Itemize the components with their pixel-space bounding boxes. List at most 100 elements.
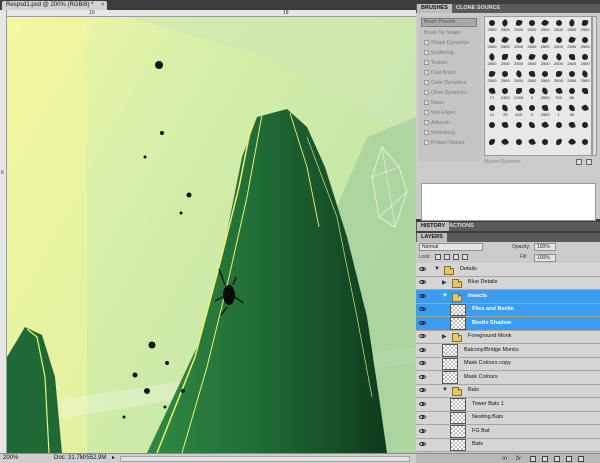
brush-preset[interactable]	[486, 138, 498, 152]
layer-group-row[interactable]: ▼ Details	[416, 263, 600, 277]
eye-icon[interactable]	[419, 334, 426, 339]
layers-list[interactable]: ▼ Details ▶ Blue Details ▼ Insects Flies and B…	[416, 263, 600, 453]
brush-preset[interactable]: 3	[526, 103, 538, 118]
adjustment-layer-icon[interactable]	[542, 456, 548, 462]
brush-preset[interactable]: 2500	[499, 35, 511, 50]
brush-preset[interactable]: 2500	[553, 70, 565, 84]
brush-option[interactable]: Noise	[424, 98, 480, 108]
brush-preset[interactable]	[486, 121, 498, 135]
brush-preset[interactable]: 2500	[486, 70, 498, 84]
expand-right-icon[interactable]: ▶	[442, 333, 447, 340]
checkbox[interactable]	[424, 80, 429, 86]
brush-preset[interactable]	[499, 137, 511, 152]
opacity-input[interactable]: 100%	[534, 243, 556, 251]
brush-option[interactable]: Other Dynamics	[424, 88, 480, 98]
brush-preset[interactable]: 700	[553, 87, 565, 101]
brush-presets-button[interactable]: Brush Presets	[421, 18, 477, 27]
layer-row[interactable]: Nesting Bats	[416, 411, 600, 425]
trash-icon[interactable]	[586, 159, 592, 165]
brush-preset[interactable]: 2500	[553, 19, 565, 33]
eye-icon[interactable]	[419, 280, 426, 285]
brush-preset[interactable]: 2500	[566, 18, 578, 33]
checkbox[interactable]	[424, 120, 429, 126]
checkbox[interactable]	[424, 70, 429, 76]
checkbox[interactable]	[424, 50, 429, 56]
brush-option[interactable]: Brush Tip Shape	[424, 28, 480, 38]
eye-icon[interactable]	[419, 266, 426, 271]
brush-preset[interactable]: 1	[553, 103, 565, 118]
brush-preset[interactable]	[526, 138, 538, 152]
brush-preset[interactable]	[579, 103, 591, 118]
brush-preset[interactable]: 25	[499, 104, 511, 118]
brush-preset[interactable]: 2500	[513, 52, 525, 67]
eye-icon[interactable]	[419, 320, 426, 325]
brush-preset[interactable]	[513, 120, 525, 135]
checkbox[interactable]	[424, 110, 429, 116]
brush-preset[interactable]: 2500	[539, 69, 551, 84]
layer-group-row[interactable]: ▼ Bats	[416, 384, 600, 398]
brush-preset[interactable]: 2500	[526, 70, 538, 84]
layer-row[interactable]: FG Bat	[416, 425, 600, 439]
brush-option[interactable]: Texture	[424, 58, 480, 68]
document-canvas[interactable]	[7, 17, 416, 453]
brush-option[interactable]: Dual Brush	[424, 68, 480, 78]
brush-preset[interactable]: 2500	[513, 36, 525, 50]
brush-preset[interactable]: 2500	[486, 19, 498, 33]
checkbox[interactable]	[424, 100, 429, 106]
layer-row[interactable]: Tower Bats 1	[416, 398, 600, 412]
trash-icon[interactable]	[578, 456, 584, 462]
eye-icon[interactable]	[419, 415, 426, 420]
horizontal-scrollbar[interactable]	[120, 456, 410, 462]
brush-preset[interactable]: 2500	[486, 52, 498, 67]
brush-preset[interactable]	[499, 121, 511, 135]
brush-preset[interactable]: 2452	[499, 86, 511, 101]
new-group-icon[interactable]	[554, 456, 560, 462]
brush-preset[interactable]	[513, 138, 525, 152]
brush-preset[interactable]: 2459	[513, 87, 525, 101]
brush-preset[interactable]	[526, 121, 538, 135]
brush-preset[interactable]	[539, 120, 551, 135]
layer-group-row[interactable]: ▶ Foreground Monk	[416, 330, 600, 344]
expand-right-icon[interactable]: ▶	[442, 279, 447, 286]
checkbox[interactable]	[424, 40, 429, 46]
brush-preset[interactable]	[553, 121, 565, 135]
checkbox[interactable]	[424, 130, 429, 136]
brush-option[interactable]: Color Dynamics	[424, 78, 480, 88]
layer-row[interactable]: Bats	[416, 438, 600, 452]
brush-preset[interactable]	[579, 138, 591, 152]
brush-option[interactable]: Scattering	[424, 48, 480, 58]
brush-preset[interactable]	[553, 138, 565, 152]
eye-icon[interactable]	[419, 374, 426, 379]
brush-preset[interactable]: 2500	[566, 53, 578, 67]
new-layer-icon[interactable]	[566, 456, 572, 462]
status-menu-arrow[interactable]: ▸	[112, 454, 115, 463]
zoom-level[interactable]: 200%	[3, 454, 18, 463]
layer-row[interactable]: Flies and Beetle	[416, 303, 600, 317]
new-brush-icon[interactable]	[576, 159, 582, 165]
brush-option[interactable]: Protect Texture	[424, 138, 480, 148]
brush-preset-grid[interactable]: 2500 2500 2500 2500 2500 2500 2500 2500 2500 2500…	[484, 16, 592, 156]
layer-row[interactable]: Mask Colours copy	[416, 357, 600, 371]
brush-preset[interactable]: 12	[486, 103, 498, 118]
brush-preset[interactable]: 2500	[579, 52, 591, 67]
brush-option[interactable]: Wet Edges	[424, 108, 480, 118]
link-layers-icon[interactable]: ∞	[502, 454, 507, 463]
brush-preset[interactable]: 2500	[566, 69, 578, 84]
lock-image-icon[interactable]	[444, 254, 450, 260]
checkbox[interactable]	[424, 140, 429, 146]
checkbox[interactable]	[424, 90, 429, 96]
tab-layers[interactable]: LAYERS	[417, 233, 447, 242]
brush-preset[interactable]: 2500	[526, 53, 538, 67]
eye-icon[interactable]	[419, 293, 426, 298]
tab-clone-source[interactable]: CLONE SOURCE	[452, 4, 504, 13]
brush-preset[interactable]: 2500	[526, 19, 538, 33]
brush-preset[interactable]: 2500	[566, 36, 578, 50]
brush-preset[interactable]	[579, 87, 591, 101]
layer-row[interactable]: Balcony/Bridge Monks	[416, 344, 600, 358]
brush-preset[interactable]: 2500	[539, 36, 551, 50]
brush-preset[interactable]: 5	[526, 86, 538, 101]
layer-style-icon[interactable]: fx	[516, 454, 521, 463]
brush-preset[interactable]: 2500	[526, 35, 538, 50]
brush-preset[interactable]: 2500	[539, 18, 551, 33]
document-size-info[interactable]: Doc: 31.7M/552.9M	[54, 454, 106, 463]
